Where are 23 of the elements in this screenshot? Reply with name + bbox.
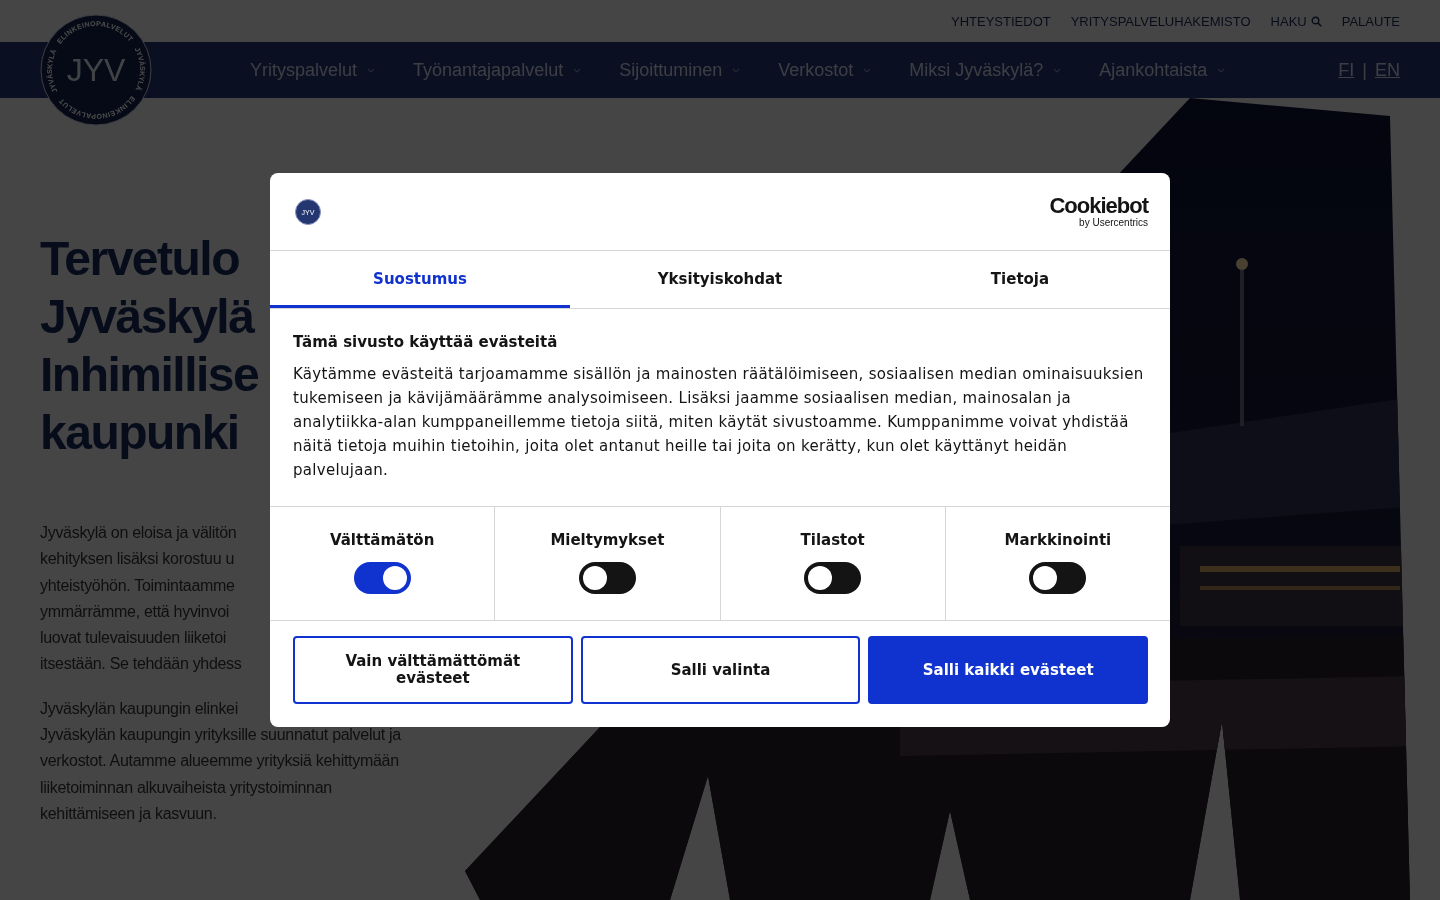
consent-button[interactable]: Salli valinta [580, 636, 861, 704]
top-link[interactable]: PALAUTE [1341, 13, 1400, 29]
tab[interactable]: Tietoja [870, 251, 1170, 308]
dialog-title: Tämä sivusto käyttää evästeitä [293, 333, 559, 351]
brand-subtitle: by Usercentrics [1079, 217, 1148, 228]
consent-button[interactable]: Vain välttämättömät evästeet [293, 636, 573, 704]
toggle-label: Tilastot [800, 531, 865, 549]
toggle-label: Markkinointi [1004, 531, 1112, 549]
top-link[interactable]: YRITYSPALVELUHAKEMISTO [1070, 13, 1251, 29]
toggle-switch[interactable] [578, 562, 636, 594]
language-separator: | [1362, 59, 1367, 81]
tab[interactable]: Suostumus [270, 251, 570, 308]
toggle-label: Mieltymykset [550, 531, 665, 549]
toggle-switch[interactable] [1029, 562, 1087, 594]
dialog-description: Käytämme evästeitä tarjoamamme sisällön ja mainosten räätälöimiseen, sosiaalisen median ominaisuuksien tukemiseen ja kävijämäärämme analysoimiseen. Lisäksi jaamme sosiaalisen median, mainosalan ja analytiikka-alan kumppaneillemme tietoja siitä, miten käytät sivustoamme. Kumppanimme voivat yhdistää näitä tietoja muihin tietoihin, joita olet antanut heille tai joita on kerätty, kun olet käyttänyt heidän palvelujaan. [293, 364, 1145, 481]
toggle-switch[interactable] [804, 562, 862, 594]
hero-heading: Tervetulo Jyväskylä Inhimillise kaupunki [40, 231, 259, 461]
brand-logo: Cookiebot [1049, 195, 1148, 217]
toggle-switch[interactable] [353, 562, 411, 594]
top-link[interactable]: YHTEYSTIEDOT [951, 13, 1051, 29]
accept-all-button[interactable]: Salli kaikki evästeet [868, 636, 1148, 704]
tab[interactable]: Yksityiskohdat [570, 251, 870, 308]
toggle-label: Välttämätön [329, 531, 435, 549]
